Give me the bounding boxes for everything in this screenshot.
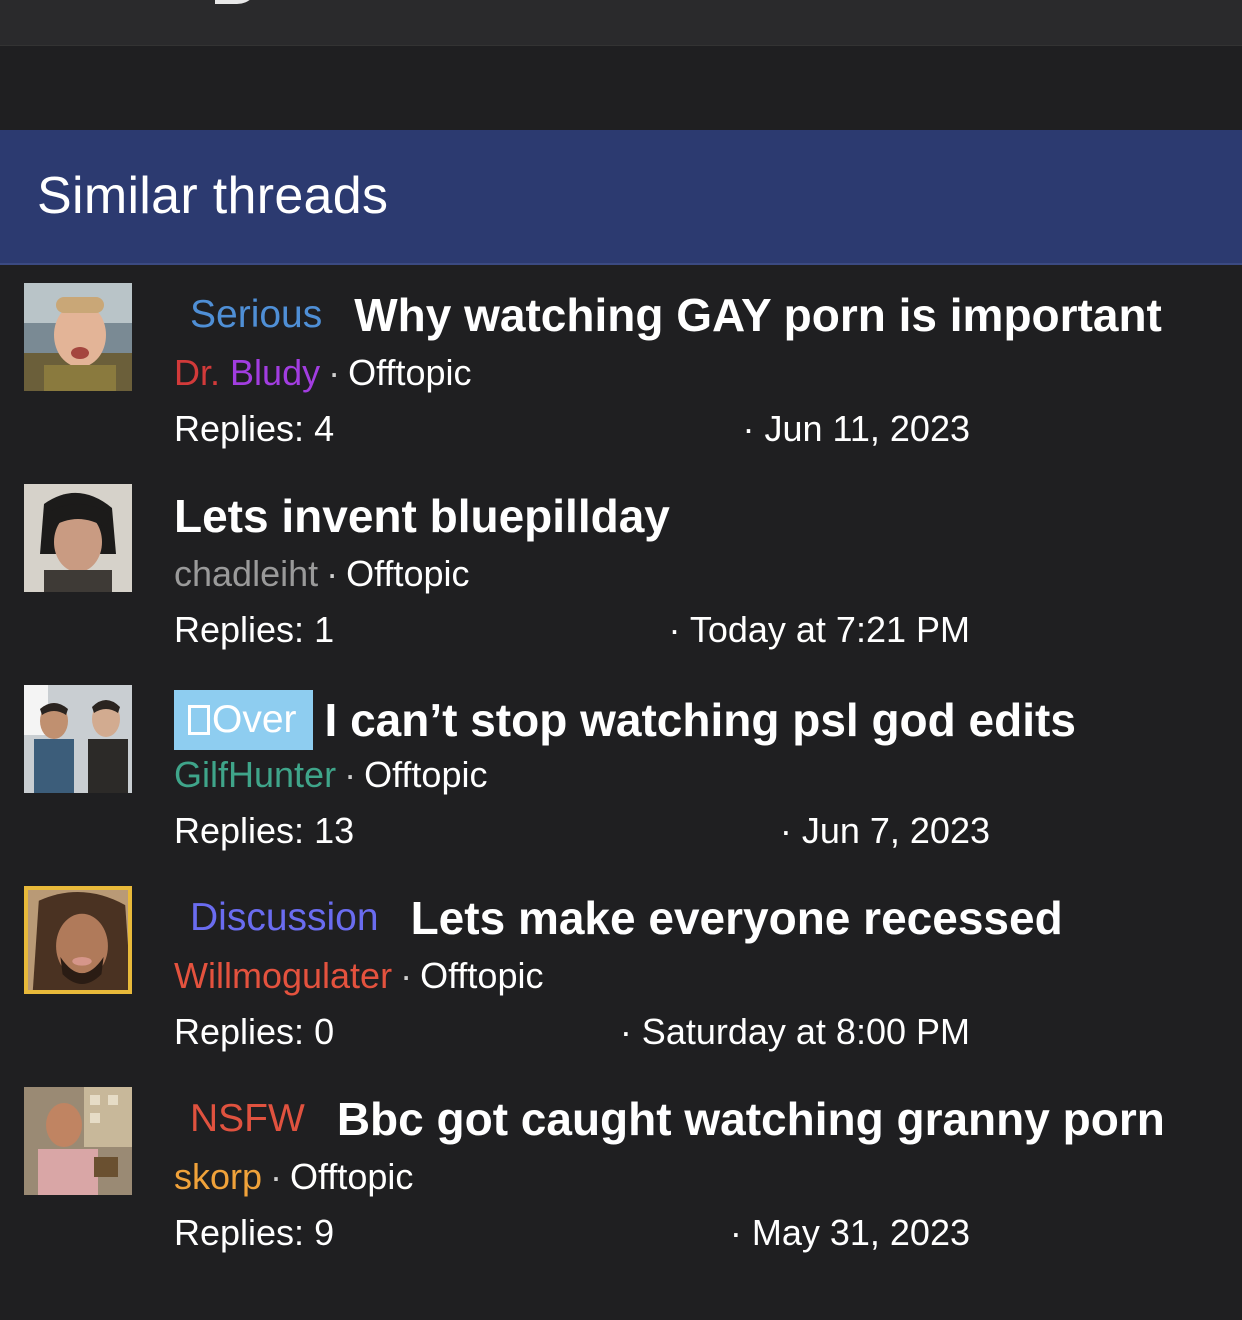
replies-count: Replies: 4 [174, 408, 335, 449]
thread-date: · May 31, 2023 [729, 1212, 970, 1253]
thread-title-link[interactable]: Lets make everyone recessed [411, 891, 1063, 945]
author-link[interactable]: GilfHunter [174, 754, 336, 795]
author-link[interactable]: chadleiht [174, 553, 318, 594]
prefix-label[interactable]: Discussion [190, 896, 379, 940]
thread-title-line: Lets invent bluepillday [174, 489, 670, 543]
emoji-placeholder-icon [188, 705, 210, 735]
replies-count: Replies: 1 [174, 609, 335, 650]
logo-icon[interactable] [215, 0, 259, 4]
forum-link[interactable]: Offtopic [346, 553, 469, 594]
thread-meta: Willmogulater · Offtopic [174, 955, 543, 997]
user-avatar-icon[interactable] [24, 283, 132, 391]
prefix-text: Over [212, 698, 297, 741]
thread-date: · Saturday at 8:00 PM [619, 1011, 970, 1052]
prefix-label[interactable]: Serious [190, 293, 322, 337]
thread-date: · Today at 7:21 PM [668, 609, 971, 650]
thread-title-link[interactable]: Lets invent bluepillday [174, 489, 670, 543]
replies-count: Replies: 13 [174, 810, 355, 851]
thread-date: · Jun 7, 2023 [779, 810, 990, 851]
thread-item[interactable]: Over I can’t stop watching psl god edits… [0, 668, 1242, 869]
forum-link[interactable]: Offtopic [348, 352, 471, 393]
author-link-part2[interactable]: Bludy [230, 352, 320, 393]
meta-separator: · [270, 1156, 283, 1197]
prefix-label[interactable]: NSFW [190, 1097, 305, 1141]
spacer [0, 47, 1242, 130]
thread-item[interactable]: Serious Why watching GAY porn is importa… [0, 266, 1242, 467]
thread-meta: chadleiht · Offtopic [174, 553, 470, 595]
author-link[interactable]: Willmogulater [174, 955, 392, 996]
meta-separator: · [328, 352, 341, 393]
replies-count: Replies: 0 [174, 1011, 335, 1052]
replies-count: Replies: 9 [174, 1212, 335, 1253]
meta-separator: · [344, 754, 357, 795]
user-avatar-icon[interactable] [24, 1087, 132, 1195]
meta-separator: · [326, 553, 339, 594]
meta-separator: · [400, 955, 413, 996]
thread-meta: GilfHunter · Offtopic [174, 754, 487, 796]
thread-title-line: Over I can’t stop watching psl god edits [174, 690, 1076, 750]
author-link-part1[interactable]: Dr. [174, 352, 220, 393]
thread-item[interactable]: Discussion Lets make everyone recessed W… [0, 869, 1242, 1070]
forum-link[interactable]: Offtopic [290, 1156, 413, 1197]
thread-title-link[interactable]: Why watching GAY porn is important [354, 288, 1162, 342]
thread-title-link[interactable]: I can’t stop watching psl god edits [325, 693, 1076, 747]
thread-meta: skorp · Offtopic [174, 1156, 413, 1198]
forum-link[interactable]: Offtopic [420, 955, 543, 996]
thread-meta: Dr. Bludy · Offtopic [174, 352, 472, 394]
prefix-label[interactable]: Over [174, 690, 313, 750]
thread-title-line: NSFW Bbc got caught watching granny porn [174, 1092, 1165, 1146]
thread-title-line: Serious Why watching GAY porn is importa… [174, 288, 1162, 342]
user-avatar-icon[interactable] [24, 484, 132, 592]
thread-item[interactable]: NSFW Bbc got caught watching granny porn… [0, 1070, 1242, 1271]
user-avatar-icon[interactable] [24, 886, 132, 994]
top-navigation-bar [0, 0, 1242, 46]
thread-title-line: Discussion Lets make everyone recessed [174, 891, 1063, 945]
forum-link[interactable]: Offtopic [364, 754, 487, 795]
thread-item[interactable]: Lets invent bluepillday chadleiht · Offtop… [0, 467, 1242, 668]
author-link[interactable]: skorp [174, 1156, 262, 1197]
section-title: Similar threads [37, 167, 389, 225]
thread-title-link[interactable]: Bbc got caught watching granny porn [337, 1092, 1165, 1146]
thread-date: · Jun 11, 2023 [742, 408, 971, 449]
user-avatar-icon[interactable] [24, 685, 132, 793]
